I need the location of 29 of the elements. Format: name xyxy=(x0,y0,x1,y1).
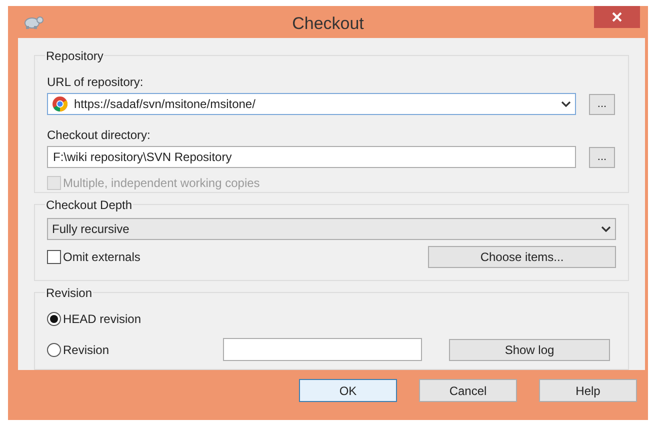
radio-button[interactable] xyxy=(47,342,61,356)
close-button[interactable] xyxy=(594,6,640,28)
chevron-down-icon xyxy=(561,101,571,107)
depth-dropdown[interactable]: Fully recursive xyxy=(47,218,616,240)
turtle-icon xyxy=(22,14,44,30)
revision-field[interactable] xyxy=(223,338,422,361)
show-log-button[interactable]: Show log xyxy=(449,338,610,360)
field-label: URL of repository: xyxy=(47,74,144,91)
checkbox-label: Omit externals xyxy=(63,249,140,266)
chevron-down-icon xyxy=(601,226,611,232)
choose-items-button[interactable]: Choose items... xyxy=(428,246,616,268)
url-combo[interactable]: https://sadaf/svn/msitone/msitone/ xyxy=(47,93,576,115)
field-label: Checkout directory: xyxy=(47,127,152,144)
window-title: Checkout xyxy=(292,13,364,35)
radio-button[interactable] xyxy=(47,312,61,326)
checkbox-label: Multiple, independent working copies xyxy=(63,175,260,192)
url-text: https://sadaf/svn/msitone/msitone/ xyxy=(74,96,256,113)
dialog-button[interactable]: OK xyxy=(299,379,397,402)
directory-field[interactable]: F:\wiki repository\SVN Repository xyxy=(47,146,576,168)
dialog-button[interactable]: Help xyxy=(539,379,637,402)
radio-label: Revision xyxy=(63,342,110,358)
dropdown-value: Fully recursive xyxy=(52,221,130,238)
radio-label: HEAD revision xyxy=(63,311,142,328)
close-icon xyxy=(612,12,622,22)
dialog-button[interactable]: Cancel xyxy=(419,379,517,402)
checkbox[interactable] xyxy=(47,250,61,264)
browse-button[interactable]: ... xyxy=(589,94,615,114)
browser-icon xyxy=(52,96,68,112)
browse-button[interactable]: ... xyxy=(589,146,615,168)
